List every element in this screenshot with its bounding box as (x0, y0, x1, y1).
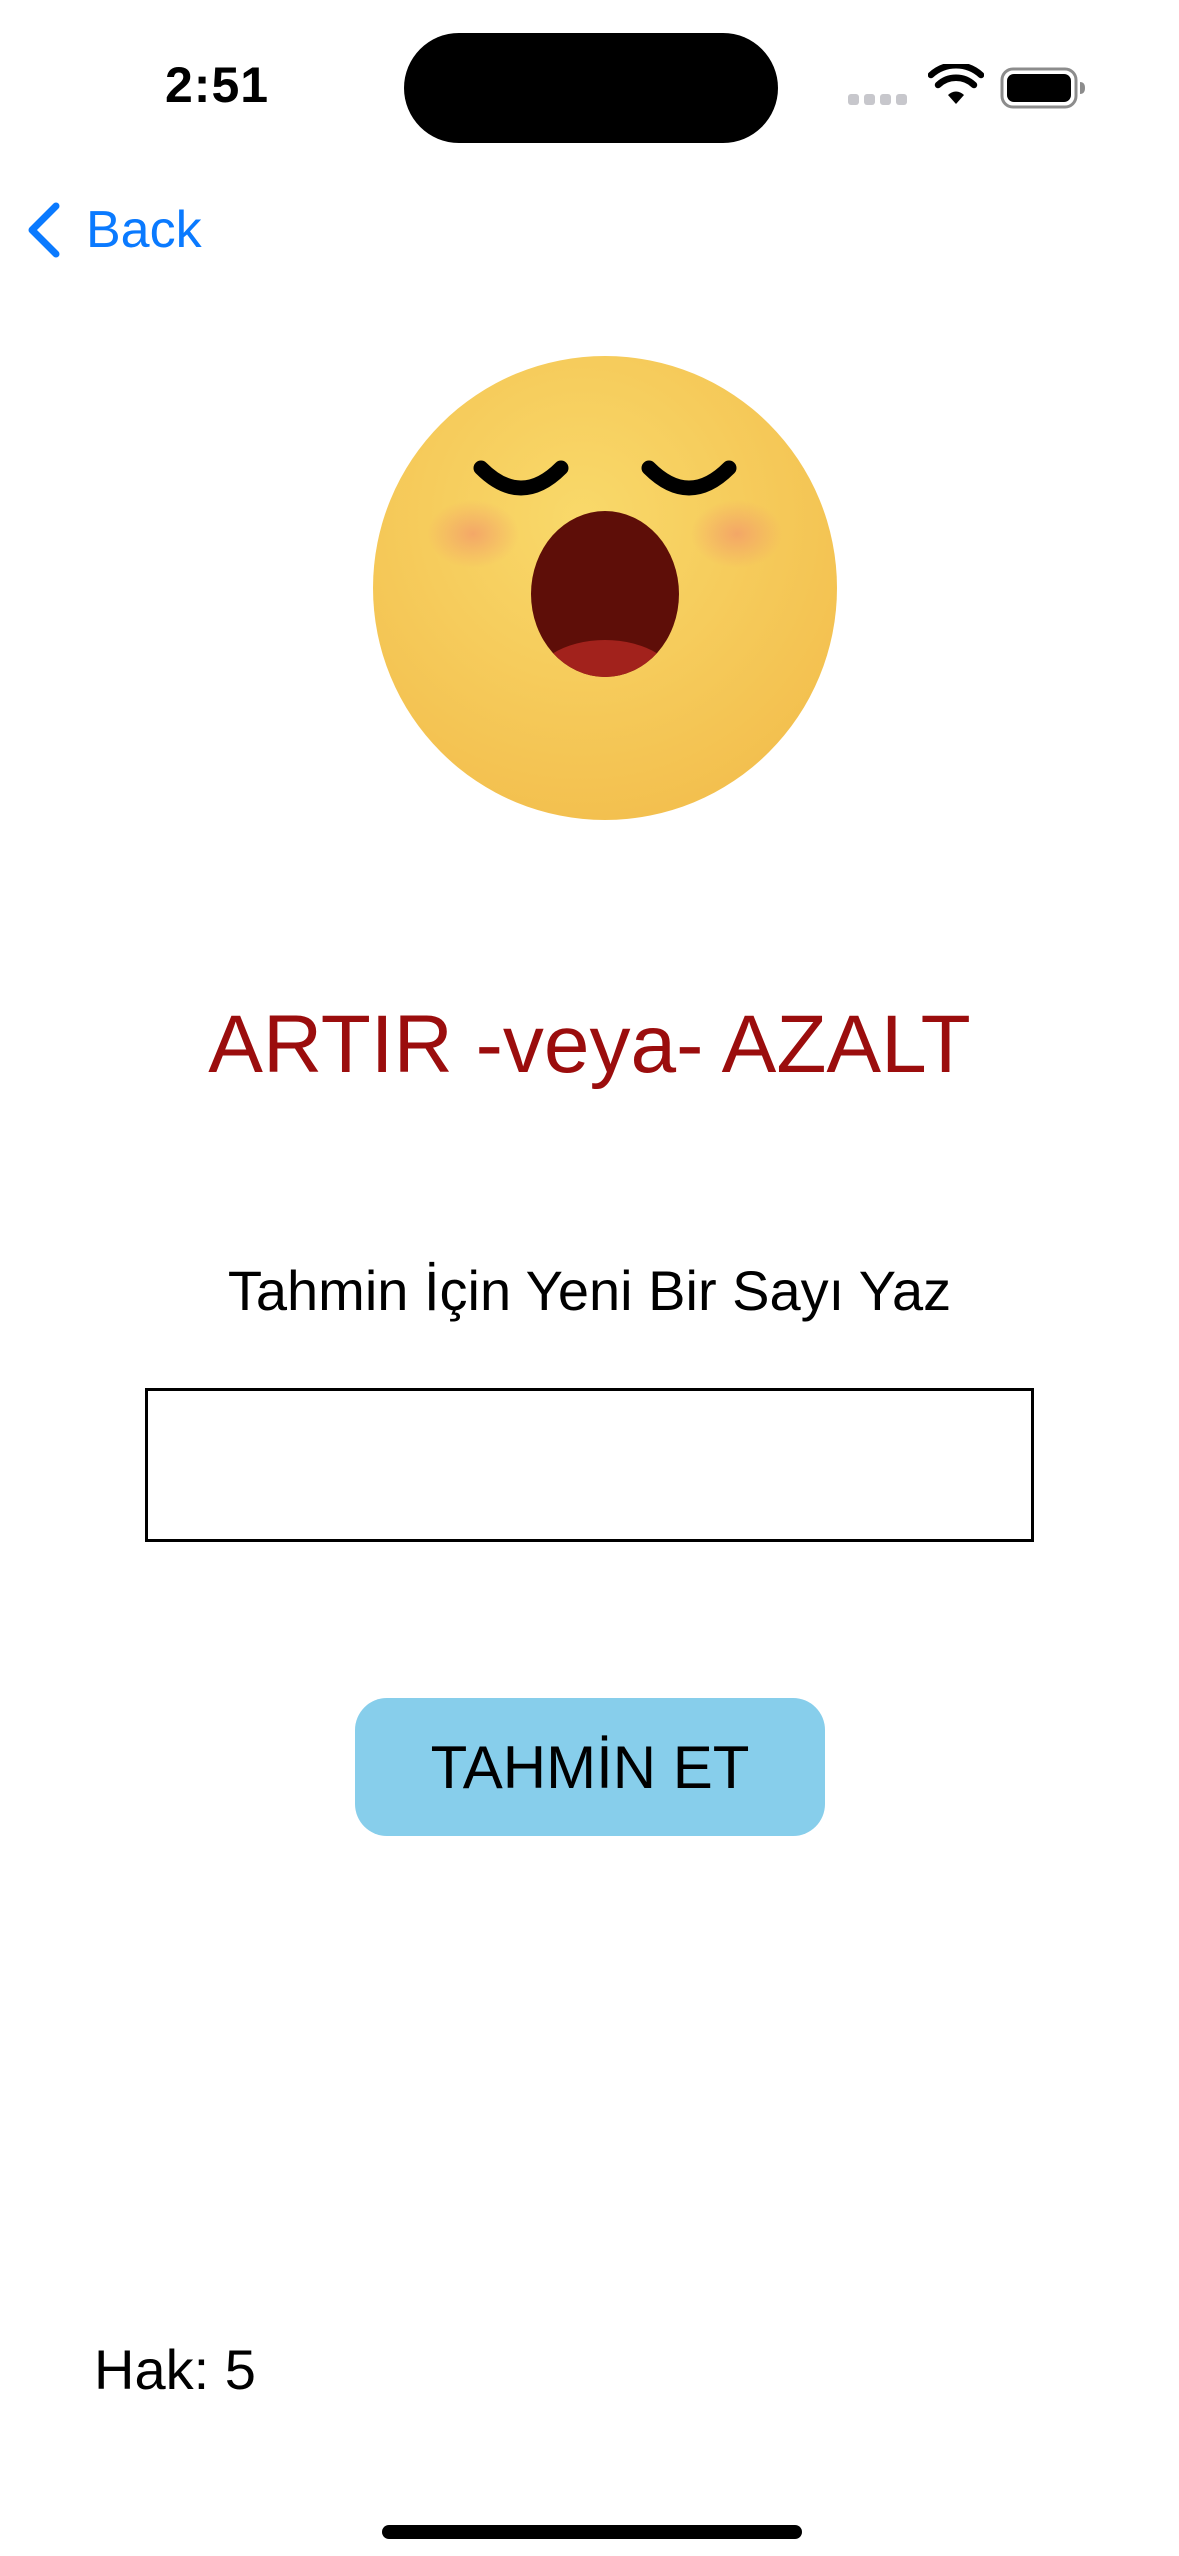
yawning-face-emoji (373, 356, 837, 820)
back-label: Back (86, 201, 202, 259)
wifi-icon (928, 64, 984, 104)
home-indicator[interactable] (382, 2525, 802, 2539)
guess-button[interactable]: TAHMİN ET (355, 1698, 825, 1836)
back-button[interactable]: Back (24, 190, 202, 270)
chevron-left-icon (28, 202, 60, 258)
battery-full-icon (1000, 67, 1085, 109)
dynamic-island (404, 33, 778, 143)
guess-input[interactable] (145, 1388, 1034, 1542)
cellular-signal-icon (848, 94, 908, 106)
remaining-attempts: Hak: 5 (94, 2338, 256, 2401)
status-time: 2:51 (165, 57, 270, 113)
guess-prompt: Tahmin İçin Yeni Bir Sayı Yaz (227, 1259, 952, 1322)
game-headline: ARTIR -veya- AZALT (208, 999, 971, 1090)
